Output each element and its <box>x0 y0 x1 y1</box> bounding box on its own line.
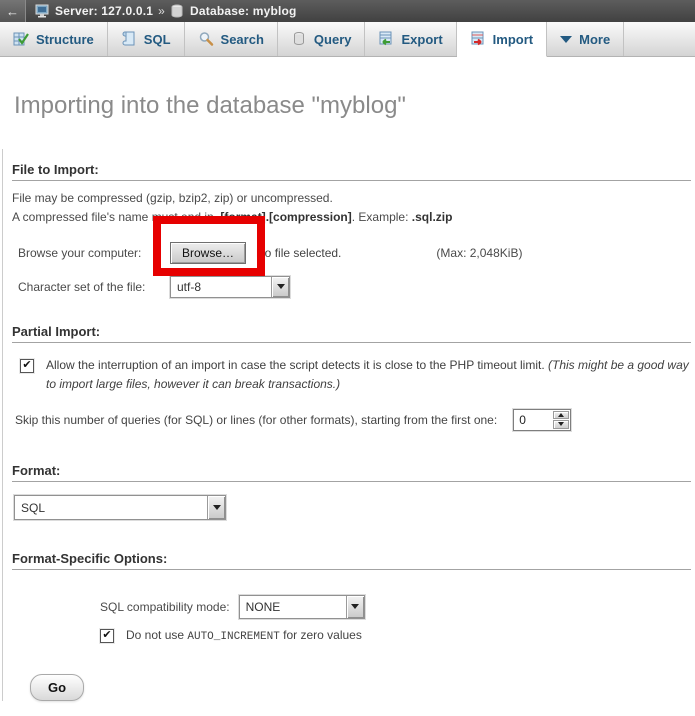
charset-selected-value: utf-8 <box>171 280 201 294</box>
left-divider <box>2 149 3 701</box>
sql-icon <box>121 31 137 47</box>
skip-queries-label: Skip this number of queries (for SQL) or… <box>15 413 497 427</box>
dropdown-arrow-icon[interactable] <box>271 277 289 297</box>
server-icon <box>35 4 50 18</box>
section-heading-partial-import: Partial Import: <box>12 324 691 343</box>
tab-label: Search <box>221 32 264 47</box>
go-button[interactable]: Go <box>30 674 84 701</box>
format-compression-token: .[format].[compression] <box>217 210 352 224</box>
section-heading-file-to-import: File to Import: <box>12 162 691 181</box>
compression-note: File may be compressed (gzip, bzip2, zip… <box>12 189 692 227</box>
tab-search[interactable]: Search <box>185 22 278 56</box>
tab-export[interactable]: Export <box>365 22 456 56</box>
database-icon <box>170 4 185 18</box>
section-heading-format: Format: <box>12 463 691 482</box>
tab-query[interactable]: Query <box>278 22 366 56</box>
tab-bar: Structure SQL Search Query Export <box>0 22 695 57</box>
query-icon <box>291 31 307 47</box>
breadcrumb-database[interactable]: Database: myblog <box>190 4 297 18</box>
dropdown-arrow-icon[interactable] <box>346 596 364 618</box>
tab-label: More <box>579 32 610 47</box>
search-icon <box>198 31 214 47</box>
page-title: Importing into the database "myblog" <box>14 92 692 120</box>
tab-import[interactable]: Import <box>457 22 547 57</box>
skip-queries-value: 0 <box>514 410 552 430</box>
tab-label: Export <box>401 32 442 47</box>
format-selected-value: SQL <box>15 501 45 515</box>
sql-compatibility-select[interactable]: NONE <box>239 595 365 619</box>
charset-row: Character set of the file: utf-8 <box>18 274 692 299</box>
format-specific-options: SQL compatibility mode: NONE Do not use … <box>100 594 692 643</box>
charset-select[interactable]: utf-8 <box>170 276 290 298</box>
import-icon <box>470 31 486 47</box>
tab-label: SQL <box>144 32 171 47</box>
allow-interruption-row: Allow the interruption of an import in c… <box>20 356 692 394</box>
compression-line2: A compressed file's name must end in .[f… <box>12 208 692 227</box>
browse-label: Browse your computer: <box>18 246 170 260</box>
tab-more[interactable]: More <box>547 22 624 56</box>
stepper-up-button[interactable] <box>553 411 569 420</box>
sql-compatibility-row: SQL compatibility mode: NONE <box>100 594 692 619</box>
tab-label: Structure <box>36 32 94 47</box>
no-file-selected-text: No file selected. <box>256 246 341 260</box>
auto-increment-checkbox[interactable] <box>100 629 114 643</box>
max-size-note: (Max: 2,048KiB) <box>436 246 522 260</box>
auto-increment-label: Do not use AUTO_INCREMENT for zero value… <box>126 628 362 643</box>
tab-sql[interactable]: SQL <box>108 22 185 56</box>
breadcrumb: Server: 127.0.0.1 » Database: myblog <box>26 0 297 22</box>
tab-structure[interactable]: Structure <box>0 22 108 56</box>
dropdown-arrow-icon[interactable] <box>207 496 225 519</box>
stepper-buttons <box>553 411 569 429</box>
browse-button[interactable]: Browse… <box>170 242 246 264</box>
auto-increment-row: Do not use AUTO_INCREMENT for zero value… <box>100 628 692 643</box>
go-row: Go <box>30 674 692 701</box>
import-content: Importing into the database "myblog" Fil… <box>0 92 695 701</box>
allow-interruption-label: Allow the interruption of an import in c… <box>46 356 691 394</box>
structure-icon <box>13 31 29 47</box>
browse-row: Browse your computer: Browse… No file se… <box>18 240 692 265</box>
sql-compatibility-label: SQL compatibility mode: <box>100 600 230 614</box>
sql-compatibility-value: NONE <box>240 600 281 614</box>
auto-increment-code: AUTO_INCREMENT <box>187 631 279 643</box>
skip-queries-stepper[interactable]: 0 <box>513 409 571 431</box>
chevron-down-icon <box>560 36 572 43</box>
skip-queries-row: Skip this number of queries (for SQL) or… <box>15 407 692 432</box>
allow-interruption-checkbox[interactable] <box>20 359 34 373</box>
compression-line1: File may be compressed (gzip, bzip2, zip… <box>12 189 692 208</box>
back-arrow-icon: ← <box>6 4 19 19</box>
breadcrumb-bar: ← Server: 127.0.0.1 » Database: myblog <box>0 0 695 22</box>
example-token: .sql.zip <box>412 210 453 224</box>
format-select[interactable]: SQL <box>14 495 226 520</box>
export-icon <box>378 31 394 47</box>
charset-label: Character set of the file: <box>18 280 170 294</box>
tab-label: Query <box>314 32 352 47</box>
format-row: SQL <box>14 495 692 520</box>
phpmyadmin-import-page: ← Server: 127.0.0.1 » Database: myblog S… <box>0 0 695 716</box>
breadcrumb-server[interactable]: Server: 127.0.0.1 <box>55 4 153 18</box>
back-button[interactable]: ← <box>0 0 26 22</box>
stepper-down-button[interactable] <box>553 420 569 429</box>
breadcrumb-separator: » <box>158 4 165 18</box>
section-heading-format-specific: Format-Specific Options: <box>12 551 691 570</box>
tab-label: Import <box>493 32 533 47</box>
